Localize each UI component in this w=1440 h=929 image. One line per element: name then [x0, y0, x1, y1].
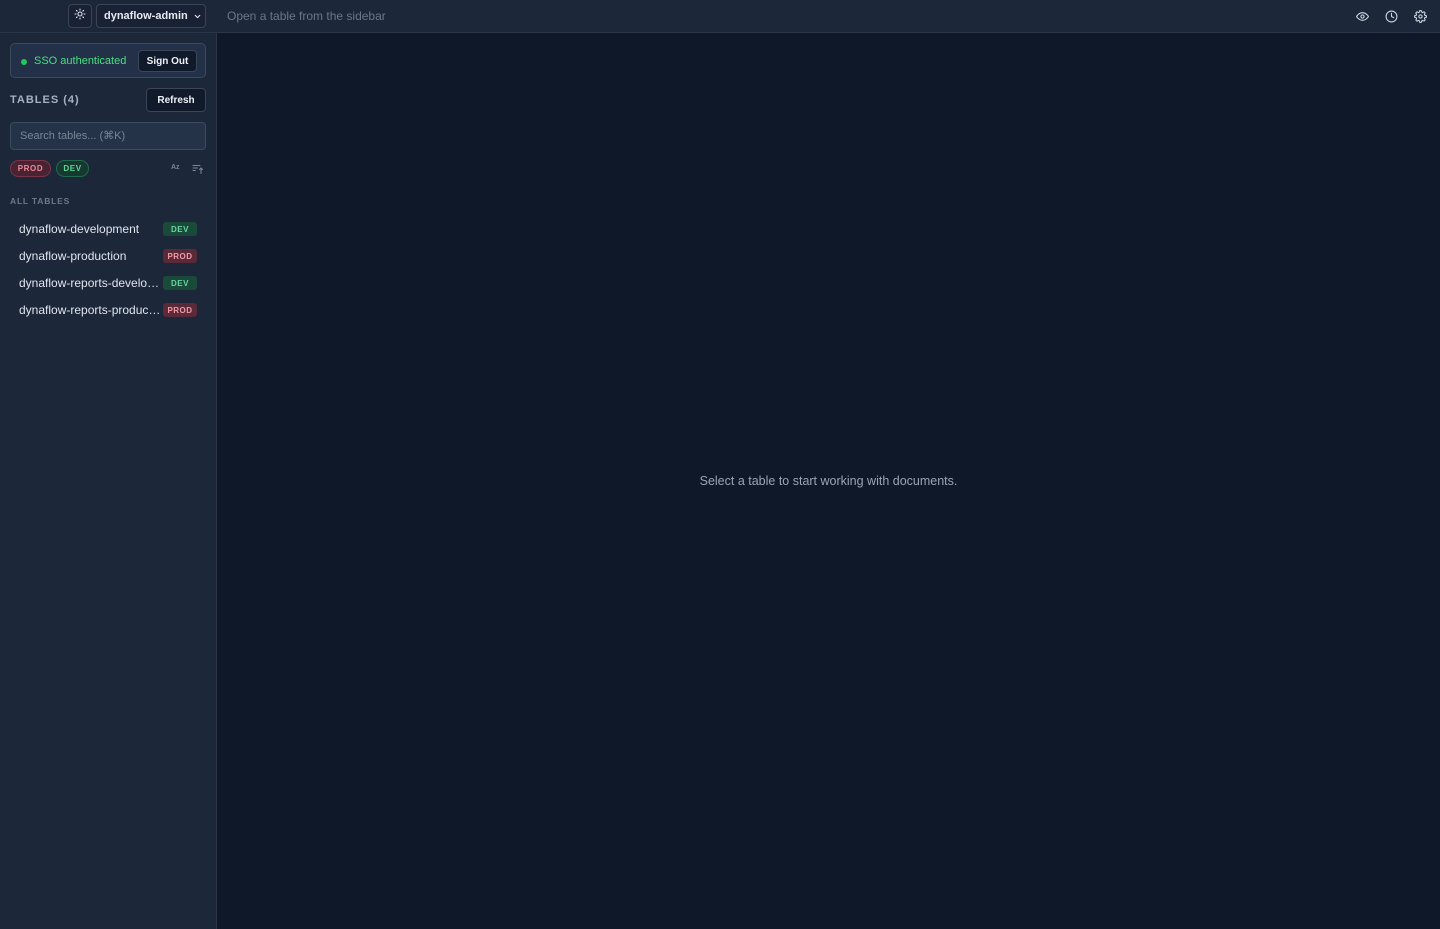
search-tables-input[interactable] — [10, 122, 206, 150]
sort-alpha-button[interactable]: Az — [171, 164, 180, 171]
tables-heading: TABLES (4) — [10, 94, 80, 106]
sign-out-button[interactable]: Sign Out — [138, 50, 197, 72]
sort-recent-icon[interactable] — [192, 162, 204, 175]
env-badge-prod: PROD — [163, 249, 197, 263]
table-name: dynaflow-reports-development — [19, 276, 163, 290]
sso-status-panel: SSO authenticated Sign Out — [10, 43, 206, 78]
profile-select-label: dynaflow-admin — [104, 10, 188, 22]
env-badge-dev: DEV — [163, 276, 197, 290]
top-hint: Open a table from the sidebar — [227, 9, 386, 23]
status-dot-icon — [21, 59, 27, 65]
table-name: dynaflow-production — [19, 249, 127, 263]
table-name: dynaflow-development — [19, 222, 140, 236]
table-list: dynaflow-development DEV dynaflow-produc… — [9, 215, 207, 323]
table-list-item[interactable]: dynaflow-development DEV — [9, 215, 207, 242]
chevron-down-icon — [193, 12, 202, 21]
filter-chip-prod[interactable]: PROD — [10, 160, 51, 177]
sidebar: SSO authenticated Sign Out TABLES (4) Re… — [0, 33, 217, 929]
eye-icon[interactable] — [1354, 8, 1370, 24]
profile-select[interactable]: dynaflow-admin — [96, 4, 206, 28]
top-bar: dynaflow-admin Open a table from the sid… — [0, 0, 1440, 33]
table-list-item[interactable]: dynaflow-reports-development DEV — [9, 269, 207, 296]
refresh-button[interactable]: Refresh — [146, 88, 206, 112]
env-badge-prod: PROD — [163, 303, 197, 317]
gear-icon[interactable] — [1412, 8, 1428, 24]
theme-toggle-button[interactable] — [68, 4, 92, 28]
empty-state-message: Select a table to start working with doc… — [699, 474, 958, 488]
table-list-item[interactable]: dynaflow-reports-production PROD — [9, 296, 207, 323]
sun-icon — [74, 7, 86, 25]
sso-status-label: SSO authenticated — [34, 55, 127, 67]
table-name: dynaflow-reports-production — [19, 303, 163, 317]
section-label-all-tables: ALL TABLES — [10, 196, 71, 206]
table-list-item[interactable]: dynaflow-production PROD — [9, 242, 207, 269]
top-actions — [1354, 8, 1428, 24]
env-badge-dev: DEV — [163, 222, 197, 236]
main-panel: Select a table to start working with doc… — [217, 33, 1440, 929]
filter-chip-dev[interactable]: DEV — [56, 160, 89, 177]
clock-icon[interactable] — [1383, 8, 1399, 24]
